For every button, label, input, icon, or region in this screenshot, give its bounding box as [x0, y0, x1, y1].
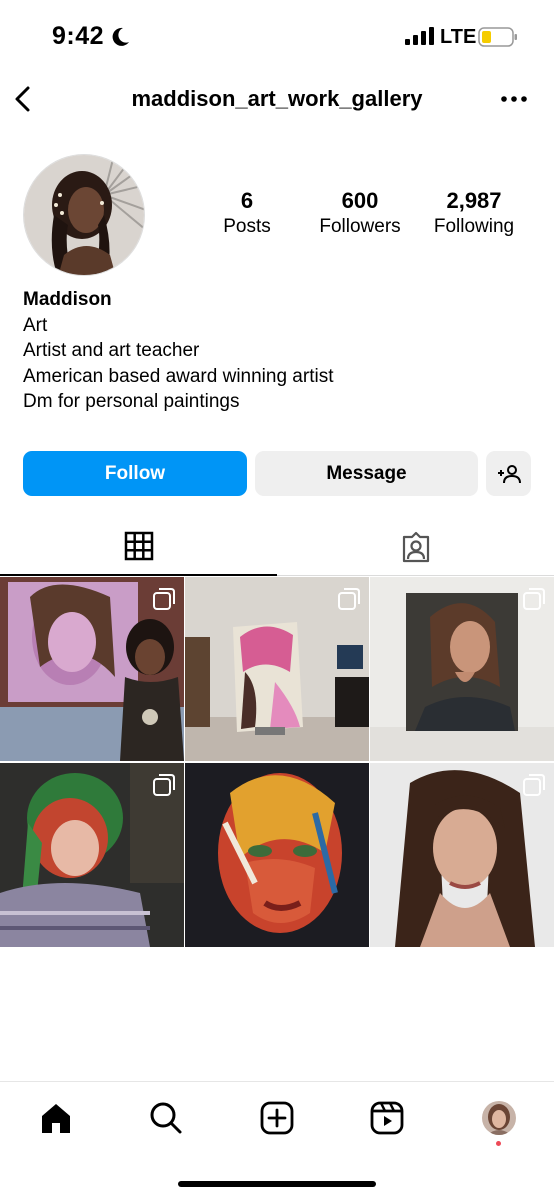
following-count-label: Following	[433, 216, 515, 237]
create-icon	[260, 1101, 294, 1135]
add-user-icon	[497, 464, 521, 483]
followers-count-label: Followers	[319, 216, 401, 237]
multiple-posts-icon	[153, 774, 175, 796]
nav-profile-avatar[interactable]	[482, 1101, 516, 1135]
grid-icon	[124, 531, 153, 561]
moon-icon	[112, 27, 129, 46]
profile-tabs	[0, 518, 554, 576]
post-thumbnail[interactable]	[0, 763, 184, 947]
following-count-value: 2,987	[446, 188, 502, 213]
message-button[interactable]: Message	[255, 451, 478, 496]
posts-count-value: 6	[240, 188, 254, 213]
tab-tagged[interactable]	[277, 518, 554, 576]
more-options-icon[interactable]	[500, 94, 528, 104]
multiple-posts-icon	[338, 588, 360, 610]
profile-username: maddison_art_work_gallery	[131, 86, 423, 111]
post-thumbnail[interactable]	[185, 763, 369, 947]
battery-icon	[478, 27, 517, 47]
post-thumbnail[interactable]	[370, 763, 554, 947]
multiple-posts-icon	[523, 774, 545, 796]
home-indicator	[178, 1181, 376, 1187]
posts-count: 6 Posts	[212, 188, 282, 240]
profile-avatar[interactable]	[23, 154, 145, 276]
profile-display-name: Maddison	[23, 289, 112, 310]
follow-button[interactable]: Follow	[23, 451, 247, 496]
status-bar: 9:42 LTE	[0, 0, 554, 72]
tab-posts-grid[interactable]	[0, 518, 277, 576]
nav-create[interactable]	[257, 1098, 297, 1138]
posts-grid	[0, 577, 554, 947]
nav-home[interactable]	[36, 1098, 76, 1138]
followers-count[interactable]: 600 Followers	[310, 188, 410, 240]
bio-line: Artist and art teacher	[23, 340, 200, 361]
signal-icon	[405, 27, 434, 45]
nav-reels[interactable]	[367, 1098, 407, 1138]
post-thumbnail[interactable]	[0, 577, 184, 761]
reels-icon	[370, 1101, 404, 1135]
nav-search[interactable]	[146, 1098, 186, 1138]
profile-header: maddison_art_work_gallery	[0, 72, 554, 128]
post-thumbnail[interactable]	[185, 577, 369, 761]
notification-dot	[496, 1141, 501, 1146]
bio-line: American based award winning artist	[23, 365, 334, 387]
post-thumbnail[interactable]	[370, 577, 554, 761]
network-type: LTE	[440, 26, 477, 48]
following-count[interactable]: 2,987 Following	[426, 188, 522, 240]
status-time: 9:42	[52, 22, 105, 50]
bio-line: Dm for personal paintings	[23, 391, 240, 412]
search-icon	[150, 1102, 182, 1134]
multiple-posts-icon	[153, 588, 175, 610]
bottom-navigation	[0, 1081, 554, 1200]
tagged-person-icon	[402, 531, 429, 563]
profile-bio: Maddison Art Artist and art teacher Amer…	[23, 287, 533, 415]
bio-line: Art	[23, 314, 48, 336]
posts-count-label: Posts	[223, 216, 271, 237]
followers-count-value: 600	[341, 188, 379, 213]
multiple-posts-icon	[523, 588, 545, 610]
home-icon	[42, 1104, 70, 1133]
suggested-users-button[interactable]	[486, 451, 531, 496]
